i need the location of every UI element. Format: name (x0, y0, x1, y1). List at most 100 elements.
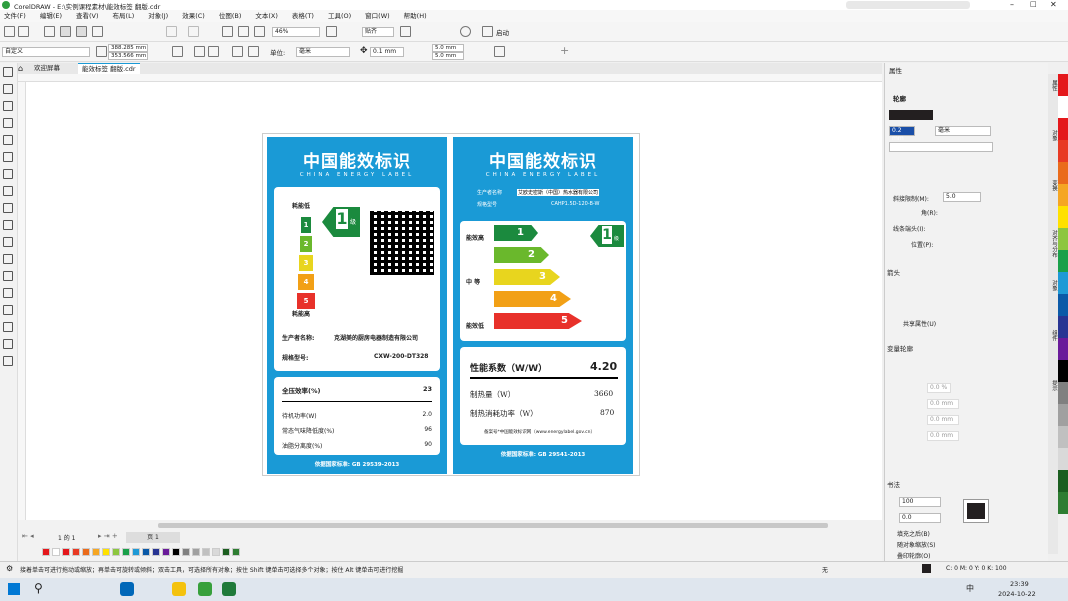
transparency-tool-icon[interactable] (3, 288, 13, 298)
mm-field-2[interactable]: 0.0 mm (927, 415, 959, 425)
horizontal-scrollbar[interactable] (18, 520, 882, 530)
outline-width-field[interactable]: 0.2 mm (889, 126, 915, 142)
energy-label-artwork[interactable]: 中国能效标识 CHINA ENERGY LABEL 耗能低 12345 耗能高 … (262, 133, 640, 476)
palette-swatch[interactable] (172, 548, 180, 556)
palette-swatch[interactable] (182, 548, 190, 556)
polygon-tool-icon[interactable] (3, 203, 13, 213)
start-icon[interactable] (8, 583, 20, 595)
menu-item[interactable]: 窗口(W) (365, 12, 390, 20)
outline-color-swatch[interactable] (889, 110, 933, 120)
redo-icon[interactable] (188, 26, 199, 37)
portrait-icon[interactable] (194, 46, 205, 57)
palette-swatch-v[interactable] (1058, 448, 1068, 470)
palette-swatch-v[interactable] (1058, 96, 1068, 118)
close-icon[interactable]: ✕ (1050, 0, 1057, 9)
dup-y-field[interactable]: 5.0 mm (432, 52, 464, 60)
palette-swatch-v[interactable] (1058, 470, 1068, 492)
docker-tab[interactable]: 对象 (1048, 130, 1058, 141)
palette-swatch[interactable] (202, 548, 210, 556)
palette-swatch[interactable] (52, 548, 60, 556)
share-attr-checkbox[interactable]: 共享属性(U) (903, 319, 936, 328)
smart-fill-icon[interactable] (3, 339, 13, 349)
eyedropper-tool-icon[interactable] (3, 305, 13, 315)
launch-icon[interactable] (482, 26, 493, 37)
palette-swatch-v[interactable] (1058, 140, 1068, 162)
menu-item[interactable]: 布局(L) (113, 12, 135, 20)
palette-swatch[interactable] (152, 548, 160, 556)
text-tool-icon[interactable] (3, 220, 13, 230)
overprint-checkbox[interactable]: 叠印轮廓(O) (897, 551, 930, 560)
mm-field-1[interactable]: 0.0 mm (927, 399, 959, 409)
add-icon[interactable]: + (560, 44, 569, 57)
menu-item[interactable]: 表格(T) (292, 12, 314, 20)
page-tab[interactable]: 页 1 (126, 532, 180, 543)
palette-swatch[interactable] (212, 548, 220, 556)
landscape-icon[interactable] (208, 46, 219, 57)
palette-swatch[interactable] (132, 548, 140, 556)
explorer-icon[interactable] (172, 582, 186, 596)
palette-swatch-v[interactable] (1058, 184, 1068, 206)
menu-item[interactable]: 编辑(E) (40, 12, 62, 20)
export-icon[interactable] (238, 26, 249, 37)
tab-welcome[interactable]: 欢迎屏幕 (30, 63, 64, 74)
docker-tab[interactable]: 对象 (1048, 280, 1058, 291)
zoom-tool-icon[interactable] (3, 118, 13, 128)
edge-icon[interactable] (120, 582, 134, 596)
fill-tool-icon[interactable] (3, 322, 13, 332)
pen-angle-field[interactable]: 0.0 (899, 513, 941, 523)
maximize-icon[interactable]: □ (1030, 0, 1037, 8)
docker-tab[interactable]: 对齐与分布 (1048, 230, 1058, 258)
zoom-field[interactable]: 46% (272, 27, 320, 37)
palette-swatch-v[interactable] (1058, 228, 1068, 250)
line-style-dropdown[interactable] (889, 142, 993, 152)
palette-swatch[interactable] (222, 548, 230, 556)
launch-label[interactable]: 启动 (496, 27, 509, 37)
new-document-icon[interactable] (4, 26, 15, 37)
full-screen-icon[interactable] (326, 26, 337, 37)
search-icon[interactable]: ⚲ (34, 581, 43, 595)
dup-x-field[interactable]: 5.0 mm (432, 44, 464, 52)
menu-item[interactable]: 位图(B) (219, 12, 242, 20)
height-field[interactable]: 353.566 mm (108, 52, 148, 60)
nudge-field[interactable]: 0.1 mm (370, 47, 404, 57)
settings-icon[interactable] (460, 26, 471, 37)
paste-icon[interactable] (92, 26, 103, 37)
menu-item[interactable]: 查看(V) (76, 12, 99, 20)
gear-icon[interactable]: ⚙ (6, 564, 13, 573)
outline-status-swatch[interactable] (922, 564, 931, 573)
palette-swatch-v[interactable] (1058, 338, 1068, 360)
palette-swatch[interactable] (72, 548, 80, 556)
horizontal-ruler[interactable] (18, 74, 882, 82)
fill-after-checkbox[interactable]: 填充之后(B) (897, 529, 930, 538)
menu-item[interactable]: 对象(J) (148, 12, 168, 20)
palette-swatch-v[interactable] (1058, 294, 1068, 316)
page-size-icon[interactable] (232, 46, 243, 57)
palette-swatch-v[interactable] (1058, 272, 1068, 294)
palette-swatch-v[interactable] (1058, 250, 1068, 272)
width-field[interactable]: 388.285 mm (108, 44, 148, 52)
docker-tab[interactable]: 属性 (1048, 80, 1058, 91)
palette-swatch[interactable] (82, 548, 90, 556)
artistic-media-icon[interactable] (3, 152, 13, 162)
tab-document[interactable]: 能效标签 翻版.cdr (78, 63, 140, 74)
menu-item[interactable]: 工具(O) (328, 12, 351, 20)
nib-preview[interactable] (963, 499, 989, 523)
first-page-icon[interactable]: ⇤ ◂ (22, 532, 34, 540)
menu-item[interactable]: 帮助(H) (404, 12, 427, 20)
scroll-thumb[interactable] (158, 523, 828, 528)
palette-swatch-v[interactable] (1058, 118, 1068, 140)
publish-pdf-icon[interactable] (254, 26, 265, 37)
page-layout-icon[interactable] (248, 46, 259, 57)
palette-swatch-v[interactable] (1058, 360, 1068, 382)
palette-swatch-v[interactable] (1058, 74, 1068, 96)
save-icon[interactable] (44, 26, 55, 37)
miter-field[interactable]: 5.0 (943, 192, 981, 202)
palette-swatch[interactable] (122, 548, 130, 556)
connector-tool-icon[interactable] (3, 254, 13, 264)
palette-swatch-v[interactable] (1058, 162, 1068, 184)
all-pages-icon[interactable] (172, 46, 183, 57)
mm-field-3[interactable]: 0.0 mm (927, 431, 959, 441)
palette-swatch[interactable] (62, 548, 70, 556)
corel2-icon[interactable] (222, 582, 236, 596)
curve-tool-icon[interactable] (3, 135, 13, 145)
